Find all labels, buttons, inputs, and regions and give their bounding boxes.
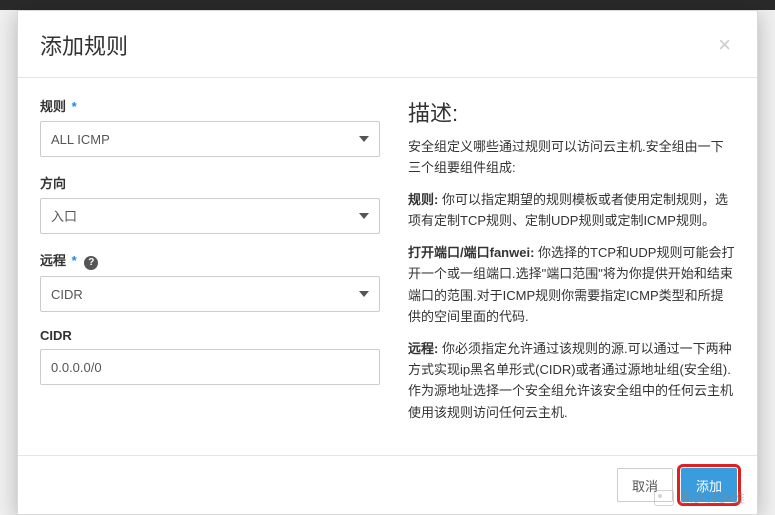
- description-heading: 描述:: [408, 96, 735, 128]
- close-icon[interactable]: ×: [714, 34, 735, 56]
- rule-label: 规则 *: [40, 96, 380, 115]
- required-star: *: [72, 99, 77, 114]
- description-remote-text: 你必须指定允许通过该规则的源.可以通过一下两种方式实现ip黑名单形式(CIDR)…: [408, 341, 733, 420]
- remote-label: 远程 * ?: [40, 250, 380, 270]
- window-backdrop: [0, 0, 775, 10]
- description-port-paragraph: 打开端口/端口fanwei: 你选择的TCP和UDP规则可能会打开一个或一组端口…: [408, 242, 735, 328]
- cancel-button[interactable]: 取消: [617, 468, 673, 502]
- direction-label: 方向: [40, 173, 380, 192]
- cidr-label: CIDR: [40, 328, 380, 343]
- description-remote-label: 远程:: [408, 341, 438, 356]
- direction-select[interactable]: 入口: [40, 198, 380, 234]
- description-remote-paragraph: 远程: 你必须指定允许通过该规则的源.可以通过一下两种方式实现ip黑名单形式(C…: [408, 338, 735, 424]
- help-icon[interactable]: ?: [84, 256, 98, 270]
- modal-title: 添加规则: [40, 29, 128, 61]
- modal-body: 规则 * ALL ICMP 方向 入口 远程 * ?: [18, 78, 757, 455]
- direction-field-group: 方向 入口: [40, 173, 380, 234]
- cidr-input[interactable]: [40, 349, 380, 385]
- description-column: 描述: 安全组定义哪些通过规则可以访问云主机.安全组由一下三个组要组件组成: 规…: [408, 96, 735, 433]
- description-port-label: 打开端口/端口fanwei:: [408, 245, 534, 260]
- description-rule-label: 规则:: [408, 192, 438, 207]
- remote-label-text: 远程: [40, 253, 66, 268]
- modal-footer: 取消 添加: [18, 455, 757, 514]
- description-intro: 安全组定义哪些通过规则可以访问云主机.安全组由一下三个组要组件组成:: [408, 136, 735, 179]
- form-column: 规则 * ALL ICMP 方向 入口 远程 * ?: [40, 96, 380, 433]
- description-rule-text: 你可以指定期望的规则模板或者使用定制规则，选项有定制TCP规则、定制UDP规则或…: [408, 192, 728, 228]
- remote-field-group: 远程 * ? CIDR: [40, 250, 380, 312]
- rule-select[interactable]: ALL ICMP: [40, 121, 380, 157]
- modal-header: 添加规则 ×: [18, 11, 757, 78]
- rule-label-text: 规则: [40, 99, 66, 114]
- description-rule-paragraph: 规则: 你可以指定期望的规则模板或者使用定制规则，选项有定制TCP规则、定制UD…: [408, 189, 735, 232]
- submit-button[interactable]: 添加: [681, 468, 737, 502]
- remote-select[interactable]: CIDR: [40, 276, 380, 312]
- add-rule-modal: 添加规则 × 规则 * ALL ICMP 方向 入口: [17, 10, 758, 515]
- cidr-field-group: CIDR: [40, 328, 380, 385]
- rule-field-group: 规则 * ALL ICMP: [40, 96, 380, 157]
- required-star: *: [72, 253, 77, 268]
